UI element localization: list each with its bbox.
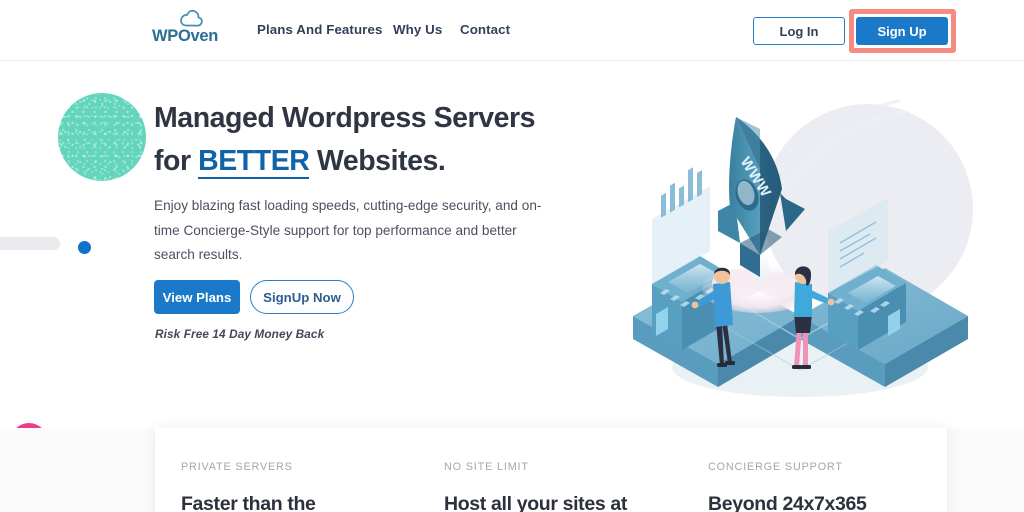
headline-emphasis-better[interactable]: BETTER bbox=[198, 145, 310, 179]
rocket-launch-illustration: WWW bbox=[633, 99, 973, 397]
blue-dot-decoration-left bbox=[78, 241, 91, 254]
mint-circle-decoration bbox=[58, 93, 146, 181]
feature-title: Faster than the bbox=[181, 493, 316, 512]
logo-wordmark: WPOven bbox=[152, 27, 219, 45]
signup-now-button[interactable]: SignUp Now bbox=[250, 280, 354, 314]
nav-link-plans-and-features[interactable]: Plans And Features bbox=[257, 22, 382, 37]
feature-cards-panel: PRIVATE SERVERS Faster than the NO SITE … bbox=[155, 428, 947, 512]
hero-subtext: Enjoy blazing fast loading speeds, cutti… bbox=[154, 198, 542, 262]
feature-kicker: PRIVATE SERVERS bbox=[181, 461, 293, 473]
feature-title: Host all your sites at bbox=[444, 493, 628, 512]
feature-kicker: NO SITE LIMIT bbox=[444, 461, 529, 473]
feature-kicker: CONCIERGE SUPPORT bbox=[708, 461, 843, 473]
nav-link-contact[interactable]: Contact bbox=[460, 22, 510, 37]
page-root: WPOven Plans And Features Why Us Contact… bbox=[0, 0, 1024, 512]
login-button[interactable]: Log In bbox=[753, 17, 845, 45]
signup-button[interactable]: Sign Up bbox=[856, 17, 948, 45]
site-logo[interactable]: WPOven bbox=[152, 9, 224, 52]
cloud-oven-icon bbox=[180, 9, 203, 27]
headline-line-2-suffix: Websites. bbox=[309, 145, 446, 177]
headline-line-1: Managed Wordpress Servers bbox=[154, 102, 536, 134]
feature-card-concierge-support[interactable]: CONCIERGE SUPPORT Beyond 24x7x365 bbox=[708, 461, 867, 512]
feature-card-no-site-limit[interactable]: NO SITE LIMIT Host all your sites at bbox=[444, 461, 627, 512]
pink-circle-decoration bbox=[10, 423, 48, 428]
hero-section: Managed Wordpress Servers for BETTER Webs… bbox=[0, 61, 1024, 428]
site-header: WPOven Plans And Features Why Us Contact… bbox=[0, 0, 1024, 61]
feature-card-private-servers[interactable]: PRIVATE SERVERS Faster than the bbox=[181, 461, 316, 512]
nav-link-why-us[interactable]: Why Us bbox=[393, 22, 442, 37]
money-back-guarantee-text: Risk Free 14 Day Money Back bbox=[155, 327, 325, 341]
hero-headline: Managed Wordpress Servers for BETTER Webs… bbox=[154, 97, 574, 183]
headline-line-2-prefix: for bbox=[154, 145, 199, 177]
view-plans-button[interactable]: View Plans bbox=[154, 280, 240, 314]
feature-title: Beyond 24x7x365 bbox=[708, 493, 867, 512]
gray-bar-decoration bbox=[0, 237, 60, 250]
